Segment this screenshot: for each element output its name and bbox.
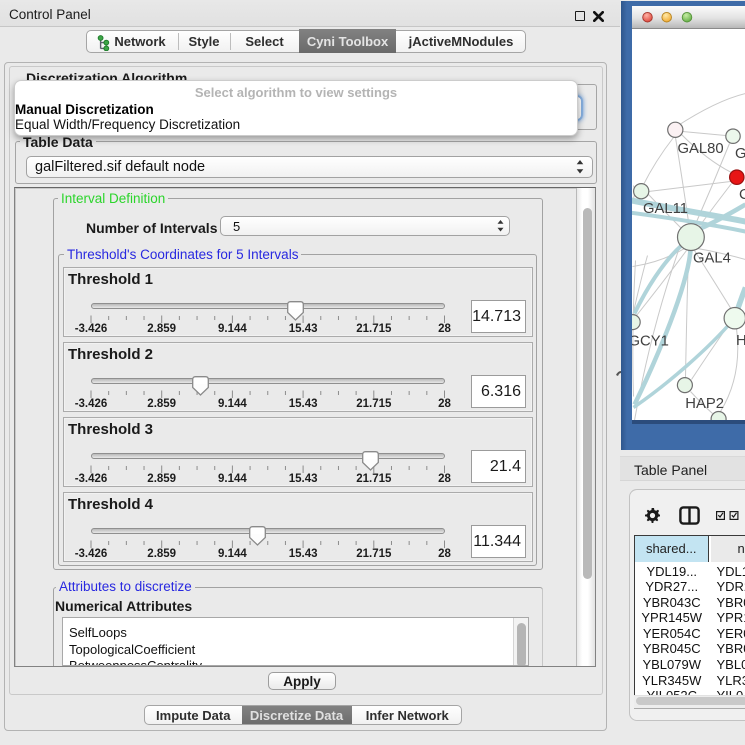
svg-text:GAL80: GAL80 — [677, 141, 723, 157]
svg-text:HAP2: HAP2 — [685, 396, 724, 412]
svg-text:H: H — [736, 333, 745, 349]
svg-text:GA: GA — [735, 146, 745, 162]
svg-text:C: C — [739, 187, 745, 203]
svg-text:GAL4: GAL4 — [693, 250, 731, 266]
svg-text:GAL11: GAL11 — [643, 201, 688, 217]
svg-text:GCY1: GCY1 — [632, 333, 669, 349]
